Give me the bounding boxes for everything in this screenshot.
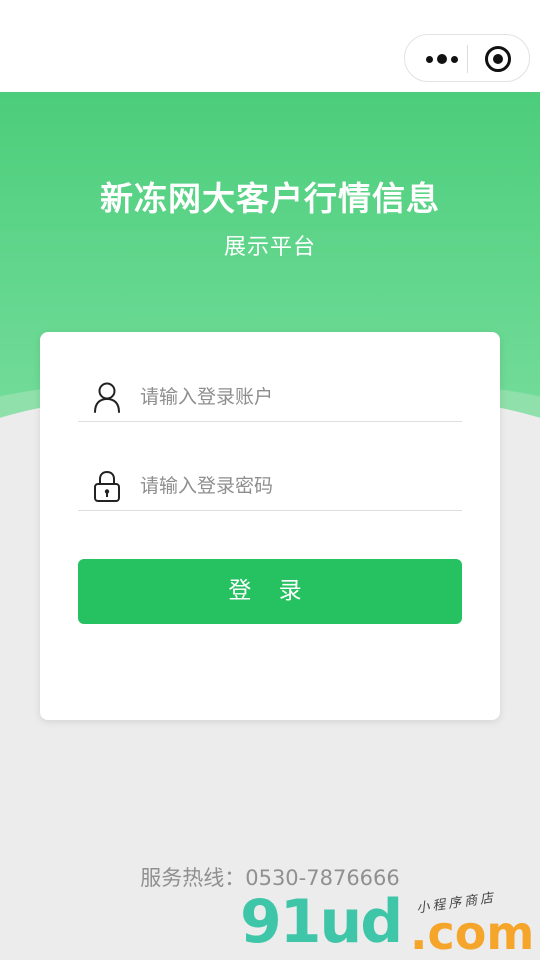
username-field[interactable] — [78, 362, 462, 422]
login-button[interactable]: 登 录 — [78, 559, 462, 624]
password-input[interactable] — [140, 469, 450, 503]
mini-program-capsule — [404, 34, 530, 82]
target-circle-icon[interactable] — [485, 46, 511, 72]
username-input[interactable] — [140, 380, 450, 414]
watermark-logo: 91ud .com 小程序商店 — [240, 888, 540, 960]
more-dots-icon[interactable] — [419, 45, 465, 73]
watermark-domain: .com — [410, 906, 535, 960]
page-subtitle: 展示平台 — [223, 235, 316, 260]
watermark-logo-text: 91ud — [240, 887, 403, 957]
login-card: 登 录 — [40, 332, 500, 720]
password-field[interactable] — [78, 451, 462, 511]
capsule-divider — [467, 45, 468, 73]
user-icon — [94, 382, 120, 413]
page-title: 新冻网大客户行情信息 — [100, 179, 440, 218]
top-bar — [0, 0, 540, 92]
lock-icon — [94, 470, 120, 502]
